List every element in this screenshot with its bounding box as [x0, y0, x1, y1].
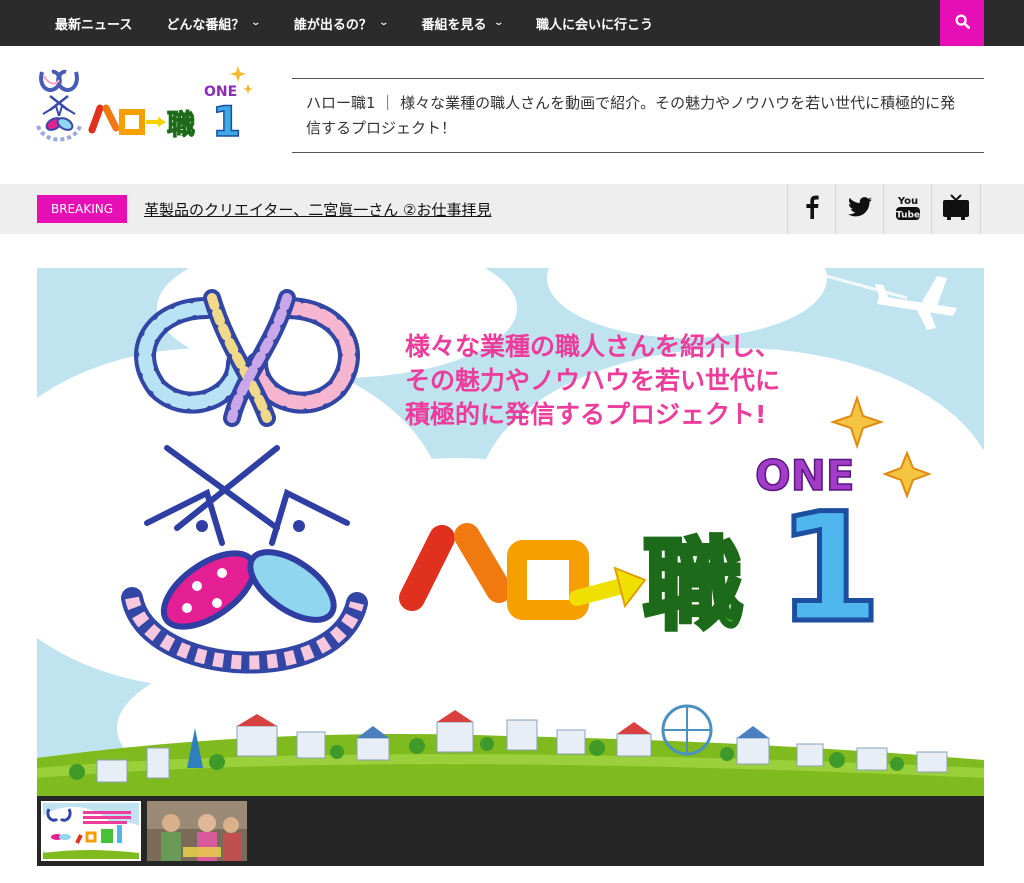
twitter-button[interactable]	[835, 184, 883, 234]
youtube-icon: You Tube	[895, 193, 921, 225]
nav-item-3[interactable]: 誰が出るの？ ⌄	[277, 0, 405, 46]
svg-text:1: 1	[777, 482, 881, 656]
svg-text:職: 職	[643, 527, 743, 644]
twitter-icon	[847, 197, 872, 221]
svg-text:職: 職	[167, 108, 195, 141]
site-logo[interactable]: 職 ONE 1	[34, 64, 264, 148]
hero-line: 積極的に発信するプロジェクト!	[405, 400, 767, 429]
hero-headline: 様々な業種の職人さんを紹介し、 その魅力やノウハウを若い世代に 積極的に発信する…	[405, 330, 780, 432]
hero-slide[interactable]: 職 ONE 1 様々な業種の職人さんを紹介し、 その魅力やノウハウを若い世代に …	[37, 268, 984, 796]
slider-thumbnails	[37, 796, 984, 866]
facebook-button[interactable]	[787, 184, 835, 234]
svg-text:1: 1	[212, 97, 241, 146]
youtube-button[interactable]: You Tube	[883, 184, 931, 234]
top-navigation: 最新ニュース どんな番組？ ⌄ 誰が出るの？ ⌄ 番組を見る ⌄ 職人に会いに行こう	[0, 0, 1024, 46]
svg-text:Tube: Tube	[895, 211, 919, 221]
nav-item-5[interactable]: 職人に会いに行こう	[519, 0, 670, 46]
nav-item-label: 職人に会いに行こう	[536, 17, 654, 33]
nav-item-label: 最新ニュース	[55, 17, 133, 33]
social-links: You Tube	[787, 184, 981, 234]
nav-item-label: 誰が出るの？	[293, 17, 372, 33]
logo-mascot-icon: 職 ONE 1	[36, 66, 253, 147]
tv-icon	[942, 194, 970, 224]
nav-item-2[interactable]: どんな番組？ ⌄	[149, 0, 277, 46]
chevron-down-icon: ⌄	[492, 18, 504, 28]
nav-item-1[interactable]: 最新ニュース	[38, 0, 149, 46]
svg-text:You: You	[896, 196, 917, 207]
chevron-down-icon: ⌄	[250, 18, 262, 28]
nav-menu: 最新ニュース どんな番組？ ⌄ 誰が出るの？ ⌄ 番組を見る ⌄ 職人に会いに行こう	[38, 0, 670, 46]
search-icon	[954, 13, 970, 33]
search-button[interactable]	[940, 0, 984, 46]
facebook-icon	[805, 195, 819, 223]
nav-item-4[interactable]: 番組を見る ⌄	[404, 0, 519, 46]
nav-item-label: どんな番組？	[166, 17, 245, 33]
hero-line: その魅力やノウハウを若い世代に	[405, 366, 781, 395]
site-description: ハロー職1 ｜ 様々な業種の職人さんを動画で紹介。その魅力やノウハウを若い世代に…	[292, 78, 984, 153]
thumbnail-2[interactable]	[147, 801, 247, 861]
thumbnail-1-active[interactable]	[41, 801, 141, 861]
breaking-headline-link[interactable]: 革製品のクリエイター、二宮眞一さん ②お仕事拝見	[144, 199, 491, 220]
breaking-badge: BREAKING	[37, 195, 127, 223]
tagline-text: ハロー職1 ｜ 様々な業種の職人さんを動画で紹介。その魅力やノウハウを若い世代に…	[306, 94, 956, 137]
tv-button[interactable]	[931, 184, 981, 234]
chevron-down-icon: ⌄	[378, 18, 389, 28]
hero-line: 様々な業種の職人さんを紹介し、	[405, 332, 781, 361]
nav-item-label: 番組を見る	[421, 17, 487, 33]
